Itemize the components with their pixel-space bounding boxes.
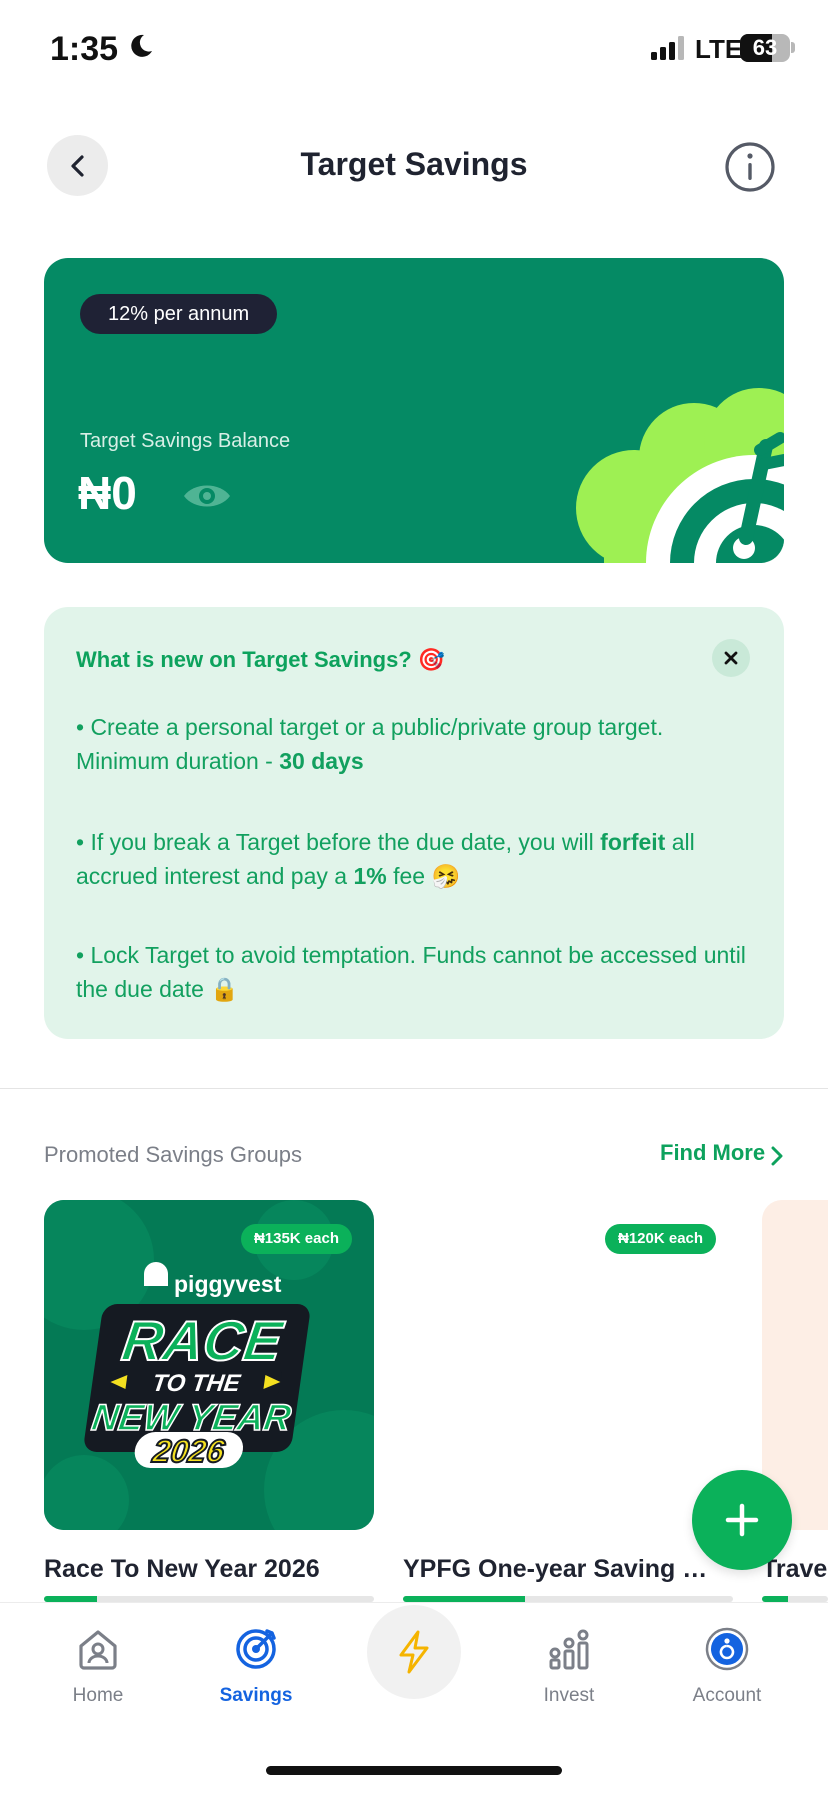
group-name: YPFG One-year Saving Ch... (403, 1555, 723, 1583)
tab-account[interactable]: Account (657, 1627, 797, 1707)
whats-new-box: What is new on Target Savings? 🎯 • Creat… (44, 607, 784, 1039)
whats-new-bullet-2: • If you break a Target before the due d… (76, 825, 756, 893)
moon-icon (131, 34, 152, 57)
battery-level: 63 (752, 35, 778, 60)
bullet-2-post: fee 🤧 (386, 863, 461, 889)
tab-label: Savings (219, 1685, 293, 1706)
plus-icon (725, 1503, 759, 1537)
tab-bar: Home Savings Invest Account (0, 1602, 828, 1793)
group-name: Race To New Year 2026 (44, 1555, 320, 1583)
back-button[interactable] (47, 135, 108, 196)
close-icon (724, 651, 738, 665)
balance-amount: ₦0 (78, 467, 137, 519)
home-indicator (266, 1766, 562, 1775)
tab-label: Account (692, 1685, 762, 1706)
whats-new-bullet-3: • Lock Target to avoid temptation. Funds… (76, 938, 756, 1006)
bullet-2-bold-forfeit: forfeit (600, 829, 666, 855)
quick-action-button[interactable] (367, 1605, 461, 1699)
poster-line-4: 2026 (150, 1433, 228, 1469)
section-label: Promoted Savings Groups (44, 1142, 303, 1167)
signal-icon (651, 36, 684, 60)
poster-line-2: TO THE (151, 1370, 243, 1397)
close-button[interactable] (712, 639, 750, 677)
bullet-3-text: • Lock Target to avoid temptation. Funds… (76, 942, 746, 1002)
chevron-right-icon[interactable] (770, 1146, 784, 1166)
whats-new-bullet-1: • Create a personal target or a public/p… (76, 710, 756, 778)
tab-label: Home (72, 1685, 124, 1706)
eye-icon[interactable] (182, 480, 232, 512)
balance-card[interactable]: 12% per annum Target Savings Balance ₦0 (44, 258, 784, 563)
tab-invest[interactable]: Invest (499, 1627, 639, 1707)
bullet-2-bold-fee: 1% (353, 863, 387, 889)
price-badge: ₦120K each (605, 1224, 717, 1254)
poster-line-1: RACE (119, 1309, 288, 1372)
network-label: LTE (695, 34, 743, 64)
find-more-link[interactable]: Find More (660, 1140, 765, 1166)
tab-savings[interactable]: Savings (186, 1627, 326, 1707)
poster-line-3: NEW YEAR (89, 1396, 294, 1438)
battery-icon: 63 (740, 34, 790, 62)
bullet-2-pre: • If you break a Target before the due d… (76, 829, 601, 855)
home-icon (79, 1630, 117, 1670)
add-target-button[interactable] (692, 1470, 792, 1570)
piggyvest-logo-icon (144, 1262, 168, 1286)
bullet-1-text: • Create a personal target or a public/p… (76, 714, 664, 774)
lightning-icon (399, 1630, 429, 1674)
group-card-ypfg[interactable]: ₦120K each (403, 1200, 733, 1530)
page-title: Target Savings (300, 146, 528, 182)
account-icon (705, 1627, 749, 1671)
battery-cap (791, 42, 795, 53)
section-divider (0, 1088, 828, 1089)
info-icon[interactable] (724, 141, 776, 193)
poster-brand: piggyvest (174, 1271, 282, 1297)
chevron-left-icon (70, 154, 84, 177)
invest-icon (549, 1629, 589, 1670)
price-badge: ₦135K each (240, 1224, 352, 1254)
target-illustration (576, 388, 784, 563)
whats-new-title: What is new on Target Savings? 🎯 (76, 647, 446, 672)
status-time: 1:35 (50, 30, 119, 68)
tab-home[interactable]: Home (28, 1627, 168, 1707)
interest-rate-badge: 12% per annum (80, 294, 278, 334)
group-card-race[interactable]: piggyvest RACE TO THE NEW YEAR 2026 ₦135… (44, 1200, 374, 1530)
balance-label: Target Savings Balance (80, 430, 291, 452)
tab-label: Invest (543, 1685, 595, 1706)
bullet-1-bold: 30 days (279, 748, 364, 774)
target-icon (236, 1629, 276, 1669)
